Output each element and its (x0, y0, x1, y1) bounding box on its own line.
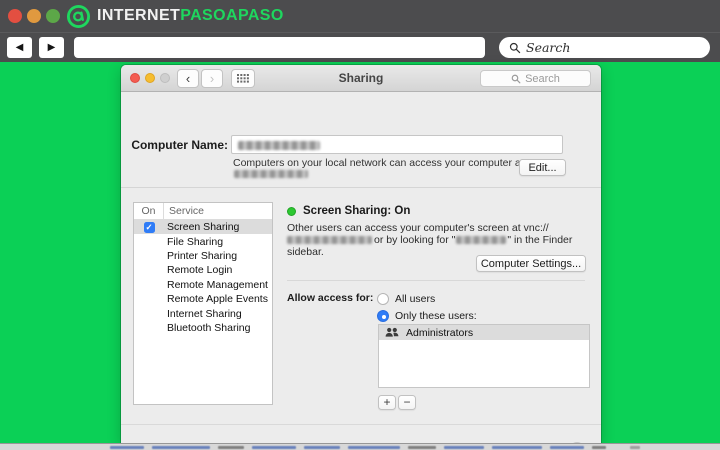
user-group-name: Administrators (406, 326, 474, 339)
all-users-label: All users (395, 292, 436, 305)
cutoff-text-fragment (592, 446, 606, 449)
cutoff-text-fragment (444, 446, 484, 449)
browser-title-bar: INTERNETPASOAPASO (0, 0, 720, 32)
description-line-1: Other users can access your computer's s… (287, 222, 549, 234)
service-row-remote-login[interactable]: Remote Login (134, 263, 272, 277)
browser-zoom-dot[interactable] (46, 9, 60, 23)
browser-search-placeholder: Search (526, 40, 571, 55)
forward-arrow-icon: ▶ (47, 41, 56, 53)
service-label: Remote Apple Events (167, 293, 268, 306)
cutoff-text-fragment (304, 446, 340, 449)
service-label: Bluetooth Sharing (167, 321, 251, 334)
all-users-radio[interactable] (377, 292, 389, 305)
cutoff-text-fragment (408, 446, 436, 449)
prefs-content: Computer Name: Computers on your local n… (121, 92, 601, 450)
service-row-file-sharing[interactable]: File Sharing (134, 234, 272, 248)
service-label: Remote Management (167, 278, 268, 291)
service-row-printer-sharing[interactable]: Printer Sharing (134, 249, 272, 263)
edit-button[interactable]: Edit... (519, 159, 566, 176)
only-these-users-radio[interactable] (377, 309, 389, 322)
cutoff-text-fragment (550, 446, 584, 449)
status-on-dot (287, 206, 296, 216)
cutoff-text-fragment (252, 446, 296, 449)
blurred-local-address (234, 170, 308, 178)
address-bar-input[interactable] (74, 37, 485, 58)
back-arrow-icon: ◀ (15, 41, 24, 53)
brand-logo-icon (66, 4, 91, 28)
column-header-on: On (134, 203, 164, 219)
screen-sharing-checkbox[interactable]: ✓ (143, 221, 155, 233)
search-icon (511, 74, 521, 83)
service-label: Internet Sharing (167, 307, 242, 320)
add-user-button[interactable]: + (378, 395, 396, 410)
service-label: Remote Login (167, 264, 233, 277)
sharing-preferences-window: ‹ › Sharing Search Computer Name: Comput… (121, 65, 601, 450)
prefs-search-placeholder: Search (525, 72, 560, 85)
brand-word-a: A (225, 7, 238, 24)
allowed-users-list: Administrators (378, 324, 590, 388)
service-label: Printer Sharing (167, 249, 238, 262)
detail-divider (287, 280, 585, 281)
blurred-vnc-address (287, 236, 372, 245)
cutoff-text-fragment (348, 446, 400, 449)
description-line-2: or by looking for " " in the Finder (287, 234, 589, 246)
services-list-header: On Service (134, 203, 272, 220)
computer-name-field[interactable] (231, 135, 563, 154)
cutoff-text-fragment (110, 446, 144, 449)
brand-word-paso2: PASO (237, 7, 284, 24)
all-users-option[interactable]: All users (377, 292, 435, 305)
section-divider (121, 187, 601, 188)
brand-wordmark: INTERNETPASOAPASO (97, 7, 284, 25)
remove-user-button[interactable]: − (398, 395, 416, 410)
user-group-icon (385, 327, 399, 337)
local-network-info: Computers on your local network can acce… (233, 157, 527, 169)
computer-name-label: Computer Name: (131, 138, 228, 152)
brand-word-paso1: PASO (180, 7, 226, 24)
service-row-remote-apple-events[interactable]: Remote Apple Events (134, 292, 272, 306)
user-group-row[interactable]: Administrators (379, 325, 589, 340)
service-label: File Sharing (167, 235, 224, 248)
service-row-internet-sharing[interactable]: Internet Sharing (134, 306, 272, 320)
status-title: Screen Sharing: On (303, 205, 411, 217)
screen-sharing-description: Other users can access your computer's s… (287, 222, 589, 258)
service-row-bluetooth-sharing[interactable]: Bluetooth Sharing (134, 321, 272, 335)
search-icon (509, 42, 521, 53)
screen-sharing-status: Screen Sharing: On (287, 205, 410, 217)
cutoff-text-fragment (218, 446, 244, 449)
cutoff-text-fragment (630, 446, 640, 449)
only-these-users-option[interactable]: Only these users: (377, 309, 477, 322)
browser-forward-button[interactable]: ▶ (39, 37, 64, 58)
service-row-screen-sharing[interactable]: ✓ Screen Sharing (134, 220, 272, 235)
computer-settings-button[interactable]: Computer Settings... (476, 255, 586, 272)
cutoff-text-fragment (492, 446, 542, 449)
user-list-controls: + − (378, 395, 416, 410)
column-header-service: Service (169, 205, 205, 217)
window-title-bar[interactable]: ‹ › Sharing Search (121, 65, 601, 92)
browser-search-field[interactable]: Search (499, 37, 710, 58)
browser-close-dot[interactable] (8, 9, 22, 23)
check-icon: ✓ (145, 221, 153, 232)
page-background: INTERNETPASOAPASO ◀ ▶ Search ‹ › Sharing… (0, 0, 720, 450)
only-these-users-label: Only these users: (395, 309, 477, 322)
prefs-search-field[interactable]: Search (480, 70, 591, 87)
browser-minimize-dot[interactable] (27, 9, 41, 23)
allow-access-label: Allow access for: (287, 292, 374, 304)
cutoff-page-text-strip (0, 443, 720, 450)
blurred-computer-name (238, 141, 320, 150)
services-list: On Service ✓ Screen Sharing File Sharing… (133, 202, 273, 405)
brand-word-internet: INTERNET (97, 7, 181, 24)
browser-nav-bar: ◀ ▶ Search (0, 32, 720, 62)
service-row-remote-management[interactable]: Remote Management (134, 278, 272, 292)
footer-divider (121, 424, 601, 425)
blurred-finder-name (456, 236, 507, 245)
cutoff-text-fragment (152, 446, 210, 449)
browser-back-button[interactable]: ◀ (7, 37, 32, 58)
service-label: Screen Sharing (167, 221, 240, 234)
